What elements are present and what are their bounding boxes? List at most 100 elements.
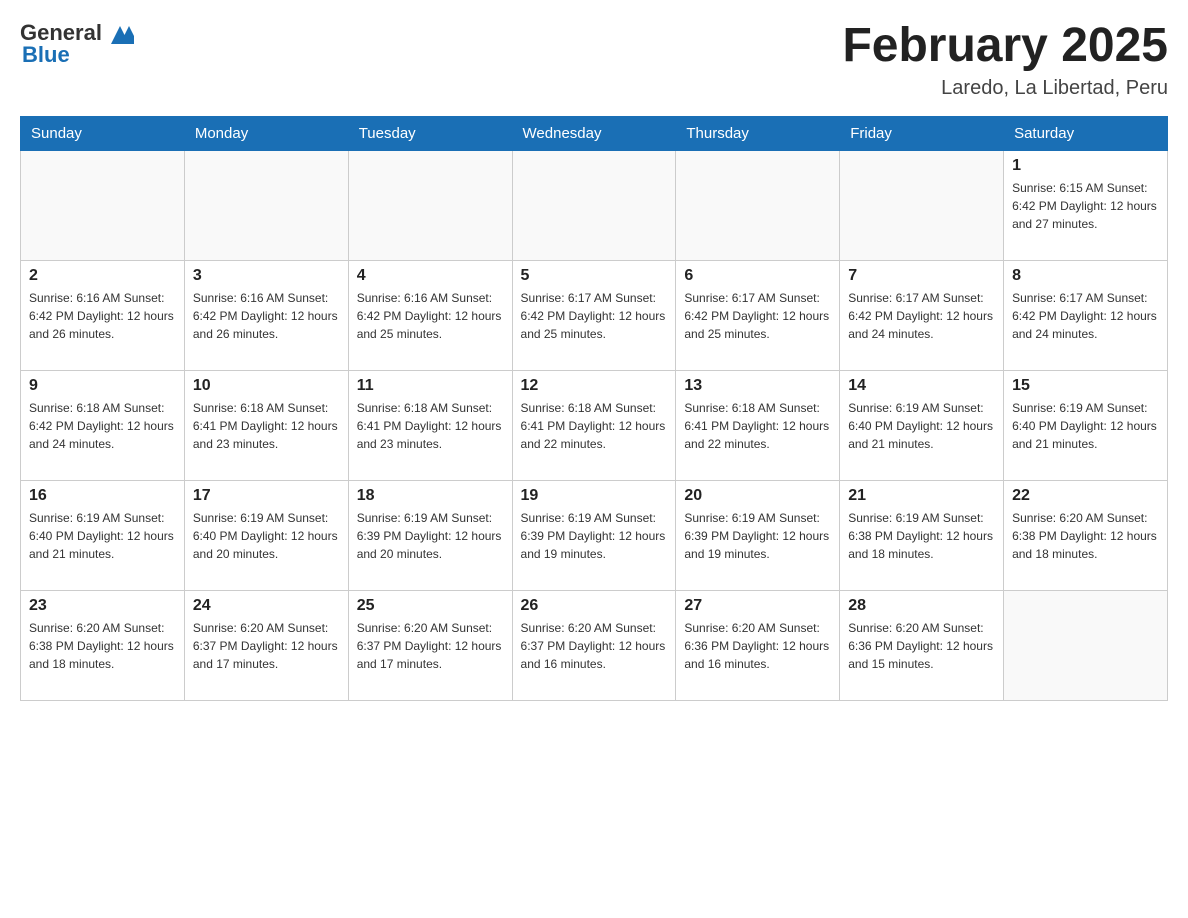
page-header: General Blue February 2025 Laredo, La Li… [20, 20, 1168, 100]
day-info: Sunrise: 6:20 AM Sunset: 6:37 PM Dayligh… [521, 619, 668, 673]
day-info: Sunrise: 6:19 AM Sunset: 6:39 PM Dayligh… [684, 509, 831, 563]
day-header-monday: Monday [184, 116, 348, 150]
calendar-cell: 13Sunrise: 6:18 AM Sunset: 6:41 PM Dayli… [676, 370, 840, 480]
day-header-saturday: Saturday [1004, 116, 1168, 150]
day-number: 5 [521, 267, 668, 285]
calendar-week-row: 16 Sunrise: 6:19 AM Sunset: 6:40 PM Dayli… [21, 480, 1168, 590]
calendar-cell: 8Sunrise: 6:17 AM Sunset: 6:42 PM Daylig… [1004, 260, 1168, 370]
day-number: 25 [357, 597, 504, 615]
day-number: 6 [684, 267, 831, 285]
day-info: Sunrise: 6:18 AM Sunset: 6:41 PM Dayligh… [357, 399, 504, 453]
calendar-week-row: 23 Sunrise: 6:20 AM Sunset: 6:38 PM Dayli… [21, 590, 1168, 700]
location-subtitle: Laredo, La Libertad, Peru [842, 77, 1168, 100]
day-number: 17 [193, 487, 340, 505]
day-info: Sunrise: 6:17 AM Sunset: 6:42 PM Dayligh… [521, 289, 668, 343]
day-info: Sunrise: 6:20 AM Sunset: 6:38 PM Dayligh… [1012, 509, 1159, 563]
day-info: Sunrise: 6:16 AM Sunset: 6:42 PM Dayligh… [29, 289, 176, 343]
calendar-cell: 28 Sunrise: 6:20 AM Sunset: 6:36 PM Dayli… [840, 590, 1004, 700]
day-number: 10 [193, 377, 340, 395]
title-section: February 2025 Laredo, La Libertad, Peru [842, 20, 1168, 100]
calendar-cell: 16 Sunrise: 6:19 AM Sunset: 6:40 PM Dayli… [21, 480, 185, 590]
day-number: 11 [357, 377, 504, 395]
day-number: 23 [29, 597, 176, 615]
day-info: Sunrise: 6:18 AM Sunset: 6:42 PM Dayligh… [29, 399, 176, 453]
day-info: Sunrise: 6:20 AM Sunset: 6:36 PM Dayligh… [684, 619, 831, 673]
logo-arrows-icon [106, 22, 134, 44]
day-number: 24 [193, 597, 340, 615]
day-info: Sunrise: 6:17 AM Sunset: 6:42 PM Dayligh… [848, 289, 995, 343]
day-info: Sunrise: 6:19 AM Sunset: 6:40 PM Dayligh… [193, 509, 340, 563]
day-header-friday: Friday [840, 116, 1004, 150]
calendar-cell: 7 Sunrise: 6:17 AM Sunset: 6:42 PM Daylig… [840, 260, 1004, 370]
calendar-cell [184, 150, 348, 260]
day-header-thursday: Thursday [676, 116, 840, 150]
logo: General Blue [20, 20, 134, 68]
day-number: 7 [848, 267, 995, 285]
day-number: 12 [521, 377, 668, 395]
day-number: 20 [684, 487, 831, 505]
logo-blue-text: Blue [22, 42, 70, 68]
day-info: Sunrise: 6:17 AM Sunset: 6:42 PM Dayligh… [1012, 289, 1159, 343]
day-info: Sunrise: 6:20 AM Sunset: 6:37 PM Dayligh… [193, 619, 340, 673]
day-number: 28 [848, 597, 995, 615]
day-number: 1 [1012, 157, 1159, 175]
month-title: February 2025 [842, 20, 1168, 73]
day-number: 22 [1012, 487, 1159, 505]
day-number: 9 [29, 377, 176, 395]
calendar-cell: 5 Sunrise: 6:17 AM Sunset: 6:42 PM Daylig… [512, 260, 676, 370]
calendar-cell [1004, 590, 1168, 700]
day-info: Sunrise: 6:19 AM Sunset: 6:39 PM Dayligh… [521, 509, 668, 563]
day-info: Sunrise: 6:16 AM Sunset: 6:42 PM Dayligh… [193, 289, 340, 343]
calendar-cell [348, 150, 512, 260]
day-info: Sunrise: 6:20 AM Sunset: 6:37 PM Dayligh… [357, 619, 504, 673]
calendar-header: SundayMondayTuesdayWednesdayThursdayFrid… [21, 116, 1168, 150]
calendar-cell: 14Sunrise: 6:19 AM Sunset: 6:40 PM Dayli… [840, 370, 1004, 480]
calendar-cell: 25 Sunrise: 6:20 AM Sunset: 6:37 PM Dayli… [348, 590, 512, 700]
calendar-cell: 26 Sunrise: 6:20 AM Sunset: 6:37 PM Dayli… [512, 590, 676, 700]
day-number: 27 [684, 597, 831, 615]
calendar-cell: 21 Sunrise: 6:19 AM Sunset: 6:38 PM Dayli… [840, 480, 1004, 590]
calendar-week-row: 1 Sunrise: 6:15 AM Sunset: 6:42 PM Daylig… [21, 150, 1168, 260]
day-number: 21 [848, 487, 995, 505]
day-number: 26 [521, 597, 668, 615]
calendar-week-row: 9 Sunrise: 6:18 AM Sunset: 6:42 PM Daylig… [21, 370, 1168, 480]
calendar-cell: 2 Sunrise: 6:16 AM Sunset: 6:42 PM Daylig… [21, 260, 185, 370]
calendar-cell: 1 Sunrise: 6:15 AM Sunset: 6:42 PM Daylig… [1004, 150, 1168, 260]
day-info: Sunrise: 6:19 AM Sunset: 6:40 PM Dayligh… [1012, 399, 1159, 453]
calendar-body: 1 Sunrise: 6:15 AM Sunset: 6:42 PM Daylig… [21, 150, 1168, 700]
day-number: 2 [29, 267, 176, 285]
day-number: 18 [357, 487, 504, 505]
day-header-wednesday: Wednesday [512, 116, 676, 150]
calendar-cell: 24 Sunrise: 6:20 AM Sunset: 6:37 PM Dayli… [184, 590, 348, 700]
calendar-cell [676, 150, 840, 260]
calendar-cell: 10 Sunrise: 6:18 AM Sunset: 6:41 PM Dayli… [184, 370, 348, 480]
calendar-cell: 19 Sunrise: 6:19 AM Sunset: 6:39 PM Dayli… [512, 480, 676, 590]
calendar-cell [512, 150, 676, 260]
calendar-cell: 9 Sunrise: 6:18 AM Sunset: 6:42 PM Daylig… [21, 370, 185, 480]
calendar-table: SundayMondayTuesdayWednesdayThursdayFrid… [20, 116, 1168, 701]
calendar-cell: 18 Sunrise: 6:19 AM Sunset: 6:39 PM Dayli… [348, 480, 512, 590]
day-number: 13 [684, 377, 831, 395]
day-number: 19 [521, 487, 668, 505]
calendar-cell: 20 Sunrise: 6:19 AM Sunset: 6:39 PM Dayli… [676, 480, 840, 590]
calendar-cell: 17 Sunrise: 6:19 AM Sunset: 6:40 PM Dayli… [184, 480, 348, 590]
day-info: Sunrise: 6:18 AM Sunset: 6:41 PM Dayligh… [193, 399, 340, 453]
day-number: 4 [357, 267, 504, 285]
calendar-cell [21, 150, 185, 260]
day-info: Sunrise: 6:15 AM Sunset: 6:42 PM Dayligh… [1012, 179, 1159, 233]
day-info: Sunrise: 6:18 AM Sunset: 6:41 PM Dayligh… [521, 399, 668, 453]
day-number: 3 [193, 267, 340, 285]
calendar-cell: 4Sunrise: 6:16 AM Sunset: 6:42 PM Daylig… [348, 260, 512, 370]
day-info: Sunrise: 6:17 AM Sunset: 6:42 PM Dayligh… [684, 289, 831, 343]
calendar-cell: 3 Sunrise: 6:16 AM Sunset: 6:42 PM Daylig… [184, 260, 348, 370]
day-info: Sunrise: 6:20 AM Sunset: 6:36 PM Dayligh… [848, 619, 995, 673]
calendar-cell: 12 Sunrise: 6:18 AM Sunset: 6:41 PM Dayli… [512, 370, 676, 480]
calendar-cell: 22 Sunrise: 6:20 AM Sunset: 6:38 PM Dayli… [1004, 480, 1168, 590]
day-number: 16 [29, 487, 176, 505]
day-info: Sunrise: 6:20 AM Sunset: 6:38 PM Dayligh… [29, 619, 176, 673]
day-info: Sunrise: 6:19 AM Sunset: 6:40 PM Dayligh… [29, 509, 176, 563]
calendar-cell: 27 Sunrise: 6:20 AM Sunset: 6:36 PM Dayli… [676, 590, 840, 700]
day-info: Sunrise: 6:19 AM Sunset: 6:40 PM Dayligh… [848, 399, 995, 453]
day-info: Sunrise: 6:19 AM Sunset: 6:39 PM Dayligh… [357, 509, 504, 563]
day-info: Sunrise: 6:19 AM Sunset: 6:38 PM Dayligh… [848, 509, 995, 563]
